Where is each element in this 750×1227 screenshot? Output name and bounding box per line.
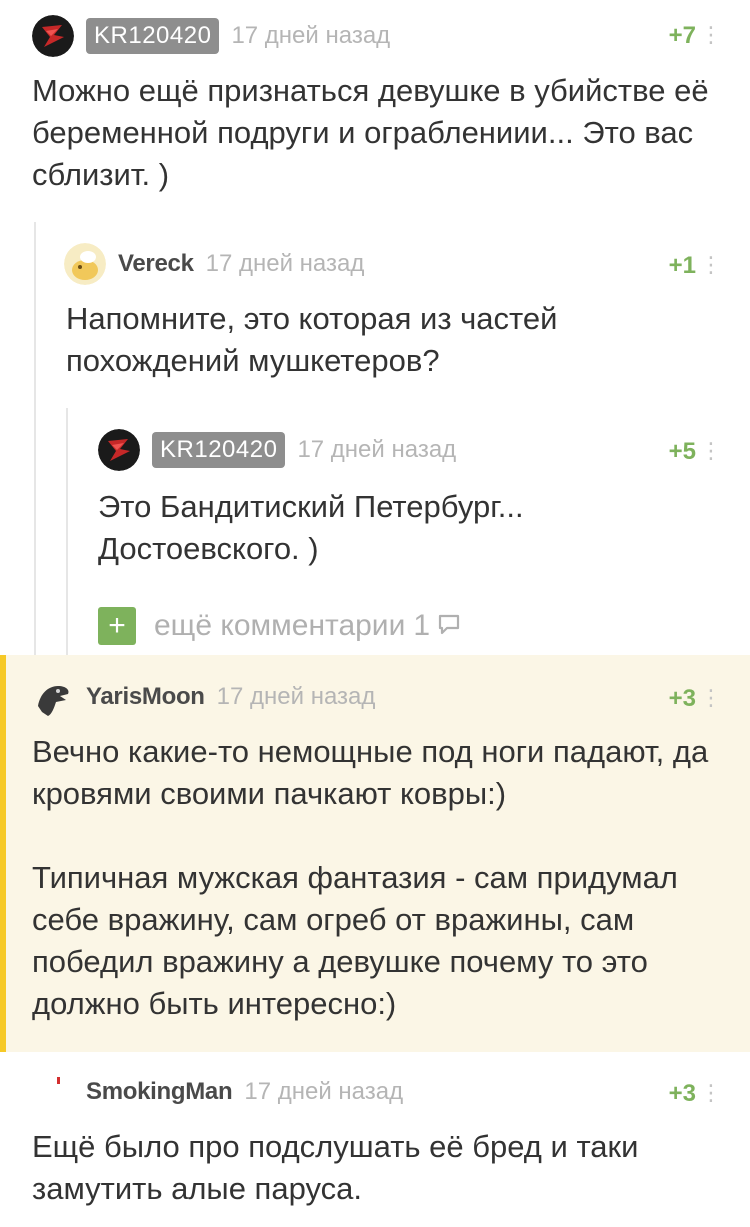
comment-time[interactable]: 17 дней назад bbox=[231, 22, 390, 50]
comment-bubble-icon bbox=[436, 611, 462, 642]
comment-time[interactable]: 17 дней назад bbox=[217, 683, 376, 711]
more-comments-button[interactable]: + ещё комментарии 1 bbox=[98, 607, 462, 645]
more-options-icon[interactable]: ⋮ bbox=[700, 254, 722, 276]
comment-text: Вечно какие-то немощные под ноги падают,… bbox=[32, 734, 709, 1021]
username[interactable]: KR120420 bbox=[86, 18, 220, 54]
comment-time[interactable]: 17 дней назад bbox=[244, 1078, 403, 1106]
more-options-icon[interactable]: ⋮ bbox=[700, 687, 722, 709]
more-comments-count: 1 bbox=[413, 609, 431, 642]
more-comments-label: ещё комментарии bbox=[154, 609, 406, 642]
username[interactable]: SmokingMan bbox=[86, 1078, 233, 1106]
comment: SmokingMan 17 дней назад +3 ⋮ Ещё было п… bbox=[0, 1052, 750, 1227]
comment-rating: +3 bbox=[668, 685, 696, 712]
username[interactable]: Vereck bbox=[118, 250, 194, 278]
comment-time[interactable]: 17 дней назад bbox=[206, 250, 365, 278]
comment-rating: +7 bbox=[668, 22, 696, 49]
plus-icon: + bbox=[98, 607, 136, 645]
user-avatar[interactable] bbox=[32, 676, 74, 718]
comment-text: Напомните, это которая из частей похожде… bbox=[66, 301, 558, 378]
username[interactable]: KR120420 bbox=[152, 432, 286, 468]
more-options-icon[interactable]: ⋮ bbox=[700, 1082, 722, 1104]
user-avatar[interactable] bbox=[32, 15, 74, 57]
comment-rating: +3 bbox=[668, 1080, 696, 1107]
comment-time[interactable]: 17 дней назад bbox=[297, 436, 456, 464]
more-options-icon[interactable]: ⋮ bbox=[700, 24, 722, 46]
comment: KR120420 17 дней назад +7 ⋮ Можно ещё пр… bbox=[0, 0, 750, 222]
user-avatar[interactable] bbox=[98, 429, 140, 471]
comment-text: Это Бандитиский Петербург... Достоевског… bbox=[98, 489, 524, 566]
comment-text: Можно ещё признаться девушке в убийстве … bbox=[32, 73, 709, 192]
comment: YarisMoon 17 дней назад +3 ⋮ Вечно какие… bbox=[0, 655, 750, 1052]
more-options-icon[interactable]: ⋮ bbox=[700, 440, 722, 462]
comment-rating: +1 bbox=[668, 252, 696, 279]
username[interactable]: YarisMoon bbox=[86, 683, 205, 711]
comment-rating: +5 bbox=[668, 438, 696, 465]
user-avatar[interactable] bbox=[32, 1071, 74, 1113]
comment-text: Ещё было про подслушать её бред и таки з… bbox=[32, 1129, 639, 1206]
user-avatar[interactable] bbox=[64, 243, 106, 285]
comment: Vereck 17 дней назад +1 ⋮ Напомните, это… bbox=[0, 222, 750, 408]
